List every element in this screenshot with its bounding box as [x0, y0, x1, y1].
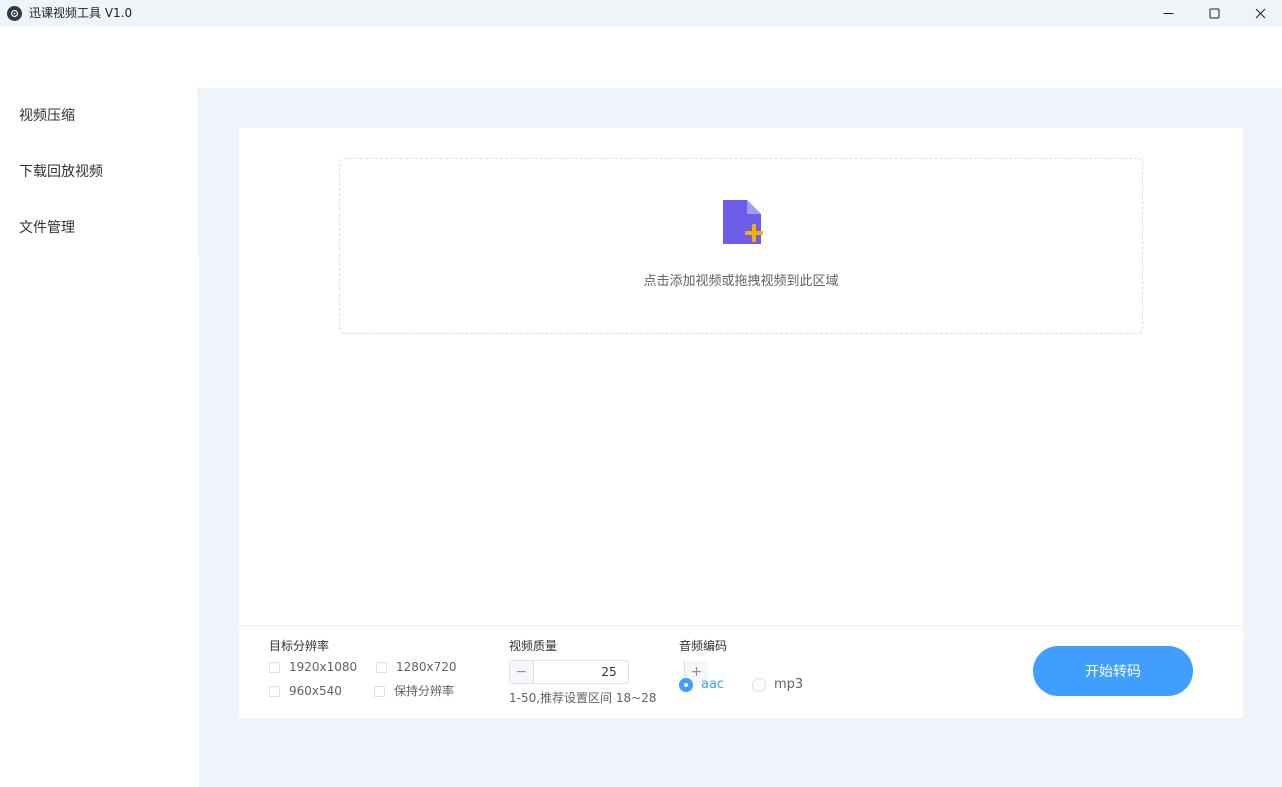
radio-dot[interactable] [679, 678, 693, 692]
radio-label: mp3 [774, 677, 804, 692]
sidebar-item-file-manage[interactable]: 文件管理 [19, 218, 75, 238]
checkbox-label: 保持分辨率 [394, 684, 455, 698]
maximize-button[interactable] [1191, 0, 1237, 27]
title-bar: 迅课视频工具 V1.0 [0, 0, 1282, 27]
add-file-icon [723, 200, 763, 244]
close-icon [1255, 8, 1265, 19]
dropzone-text: 点击添加视频或拖拽视频到此区域 [643, 274, 839, 289]
quality-stepper: − + [509, 660, 708, 684]
start-transcode-button[interactable]: 开始转码 [1033, 646, 1193, 696]
maximize-icon [1209, 8, 1219, 19]
checkbox-label: 960x540 [289, 684, 342, 698]
checkbox-box[interactable] [269, 685, 280, 697]
radio-dot[interactable] [752, 678, 766, 692]
checkbox-1280x720[interactable]: 1280x720 [376, 660, 457, 674]
checkbox-1920x1080[interactable]: 1920x1080 [269, 660, 357, 674]
minimize-button[interactable] [1145, 0, 1191, 27]
minimize-icon [1163, 13, 1173, 14]
checkbox-label: 1280x720 [396, 660, 457, 674]
checkbox-box[interactable] [374, 685, 385, 697]
quality-input[interactable] [534, 661, 684, 683]
resolution-label: 目标分辨率 [269, 639, 330, 653]
checkbox-960x540[interactable]: 960x540 [269, 684, 342, 698]
header [0, 27, 1282, 88]
checkbox-box[interactable] [376, 661, 387, 673]
sidebar-item-download-replay[interactable]: 下载回放视频 [19, 162, 103, 182]
close-button[interactable] [1237, 0, 1282, 27]
checkbox-box[interactable] [269, 661, 280, 673]
window-title: 迅课视频工具 V1.0 [29, 6, 133, 20]
radio-mp3[interactable]: mp3 [752, 677, 803, 693]
app-logo-icon [7, 6, 22, 21]
quality-decrease-button[interactable]: − [510, 661, 534, 683]
audio-label: 音频编码 [679, 639, 728, 653]
quality-label: 视频质量 [509, 639, 558, 653]
sidebar [0, 88, 199, 787]
checkbox-keep-resolution[interactable]: 保持分辨率 [374, 684, 454, 698]
sidebar-item-video-compress[interactable]: 视频压缩 [19, 106, 75, 126]
quality-hint: 1-50,推荐设置区间 18~28 [509, 691, 657, 705]
checkbox-label: 1920x1080 [289, 660, 358, 674]
settings-divider [239, 625, 1243, 626]
radio-aac[interactable]: aac [679, 677, 724, 693]
radio-label: aac [701, 677, 725, 692]
